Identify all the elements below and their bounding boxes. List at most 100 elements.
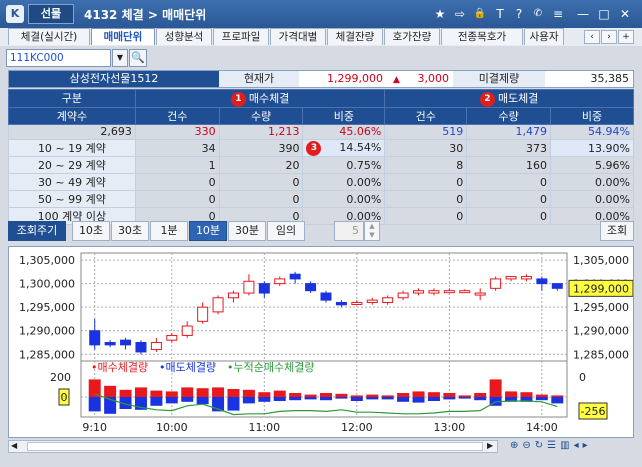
buy-volume-bar	[289, 393, 302, 397]
candle-body	[335, 301, 347, 306]
zoom-in-icon[interactable]: ⊕	[510, 440, 522, 451]
candle-body	[181, 325, 193, 336]
market-tab[interactable]: 선물	[28, 4, 74, 24]
period-10m[interactable]: 10분	[189, 221, 227, 241]
candle-body	[274, 278, 286, 285]
candle-body	[150, 342, 162, 351]
tab-tendency[interactable]: 성향분석	[156, 28, 212, 45]
scroll-left-arrow-icon[interactable]: ◀	[11, 441, 17, 450]
sell-volume-bar	[535, 397, 548, 401]
menu-icon[interactable]: ≡	[550, 6, 566, 22]
volume-tick-left: 200	[50, 371, 71, 384]
lock-icon[interactable]: 🔒	[472, 6, 488, 22]
refresh-icon[interactable]: ↻	[535, 440, 547, 451]
buy-volume-bar	[134, 387, 147, 397]
bars-icon[interactable]: ▥	[560, 440, 573, 451]
buy-volume-bar	[505, 391, 518, 397]
text-icon[interactable]: T	[492, 6, 508, 22]
cell: 0	[218, 173, 304, 192]
code-input[interactable]	[6, 49, 111, 67]
scroll-right-icon[interactable]: ▸	[583, 440, 592, 451]
candle-body	[536, 278, 548, 285]
buy-volume-bar	[458, 395, 471, 397]
buy-volume-bar	[150, 390, 163, 397]
row-label: 30 ~ 49 계약	[8, 173, 136, 192]
scroll-right-arrow-icon[interactable]: ▶	[487, 441, 493, 450]
title-part-a: 체결 >	[121, 8, 163, 22]
period-custom[interactable]: 임의	[267, 221, 305, 241]
candle-body	[428, 290, 440, 294]
scroll-left-icon[interactable]: ◂	[574, 440, 583, 451]
scroll-thumb[interactable]	[27, 442, 483, 451]
star-icon[interactable]: ★	[432, 6, 448, 22]
help-icon[interactable]: ?	[511, 6, 527, 22]
candle-body	[490, 278, 502, 289]
sell-volume-bar	[304, 397, 317, 400]
period-30s[interactable]: 30초	[111, 221, 149, 241]
time-tick: 11:00	[248, 421, 280, 434]
candle-body	[351, 301, 363, 305]
query-button[interactable]: 조회	[600, 221, 634, 241]
price-tick-left: 1,290,000	[19, 325, 75, 338]
phone-icon[interactable]: ✆	[530, 6, 546, 22]
zoom-out-icon[interactable]: ⊖	[522, 440, 534, 451]
cell: 160	[466, 156, 552, 175]
screen-number: 4132	[84, 8, 118, 22]
code-dropdown-icon[interactable]: ▼	[112, 49, 128, 67]
buy-volume-bar	[227, 389, 240, 397]
tab-quote-remain[interactable]: 호가잔량	[384, 28, 440, 45]
tab-profile[interactable]: 프로파일	[213, 28, 269, 45]
price-tick-left: 1,285,000	[19, 348, 75, 361]
header-group: 구분	[8, 89, 136, 108]
buy-volume-bar	[273, 390, 286, 397]
candle-body	[305, 283, 317, 292]
chart-scrollbar[interactable]: ◀ ▶	[8, 440, 498, 453]
link-icon[interactable]: ⇨	[452, 6, 468, 22]
sell-volume-bar	[427, 397, 440, 401]
candle-body	[89, 330, 101, 346]
period-1m[interactable]: 1분	[150, 221, 188, 241]
chart-tools: ⊕⊖↻☰▥◂▸	[510, 440, 638, 454]
tab-prev-icon[interactable]: ‹	[584, 30, 600, 44]
tab-bar: 체결(실시간) 매매단위 성향분석 프로파일 가격대별 체결잔량 호가잔량 전종…	[0, 28, 642, 46]
tab-trade-remain[interactable]: 체결잔량	[327, 28, 383, 45]
candle-body	[505, 276, 517, 280]
tab-add-icon[interactable]: +	[618, 30, 634, 44]
search-icon[interactable]: 🔍	[129, 49, 147, 67]
maximize-icon[interactable]: □	[596, 6, 612, 22]
candle-body	[135, 342, 147, 353]
cell: 45.06%	[302, 123, 386, 141]
cell: 1,479	[466, 123, 552, 141]
tab-price-level[interactable]: 가격대별	[270, 28, 326, 45]
minimize-icon[interactable]: —	[575, 6, 591, 22]
tab-all-quotes[interactable]: 전종목호가	[441, 28, 523, 45]
header-buy: 1 매수체결	[134, 89, 386, 108]
time-tick: 10:00	[156, 421, 188, 434]
cell: 0	[466, 190, 552, 209]
period-spin-input[interactable]: 5	[334, 221, 364, 241]
table-row: 30 ~ 49 계약 0 0 0.00% 0 0 0.00%	[8, 173, 634, 192]
tab-trade-unit[interactable]: 매매단위	[91, 28, 155, 45]
period-30m[interactable]: 30분	[228, 221, 266, 241]
period-10s[interactable]: 10초	[72, 221, 110, 241]
cell: 519	[384, 123, 468, 141]
price-tick-left: 1,295,000	[19, 301, 75, 314]
price-tick-left: 1,305,000	[19, 254, 75, 267]
cell: 0	[384, 190, 468, 209]
tab-realtime[interactable]: 체결(실시간)	[8, 28, 90, 45]
spin-updown-icon[interactable]: ▲ ▼	[364, 221, 380, 241]
time-tick: 13:00	[434, 421, 466, 434]
tab-user[interactable]: 사용자	[524, 28, 564, 45]
price-volume-chart: 1,305,0001,305,0001,300,0001,300,0001,29…	[19, 252, 634, 434]
candle-body	[366, 299, 378, 303]
sell-volume-bar	[242, 397, 255, 404]
tab-next-icon[interactable]: ›	[601, 30, 617, 44]
table-row: 10 ~ 19 계약 34 390 3 14.54% 30 373 13.90%	[8, 139, 634, 158]
list-icon[interactable]: ☰	[547, 440, 560, 451]
candle-body	[520, 276, 532, 280]
buy-volume-bar	[320, 393, 332, 397]
current-price: 1,299,000	[299, 71, 387, 87]
close-icon[interactable]: ✕	[617, 6, 633, 22]
cell: 0	[466, 173, 552, 192]
sell-volume-bar	[196, 397, 209, 405]
